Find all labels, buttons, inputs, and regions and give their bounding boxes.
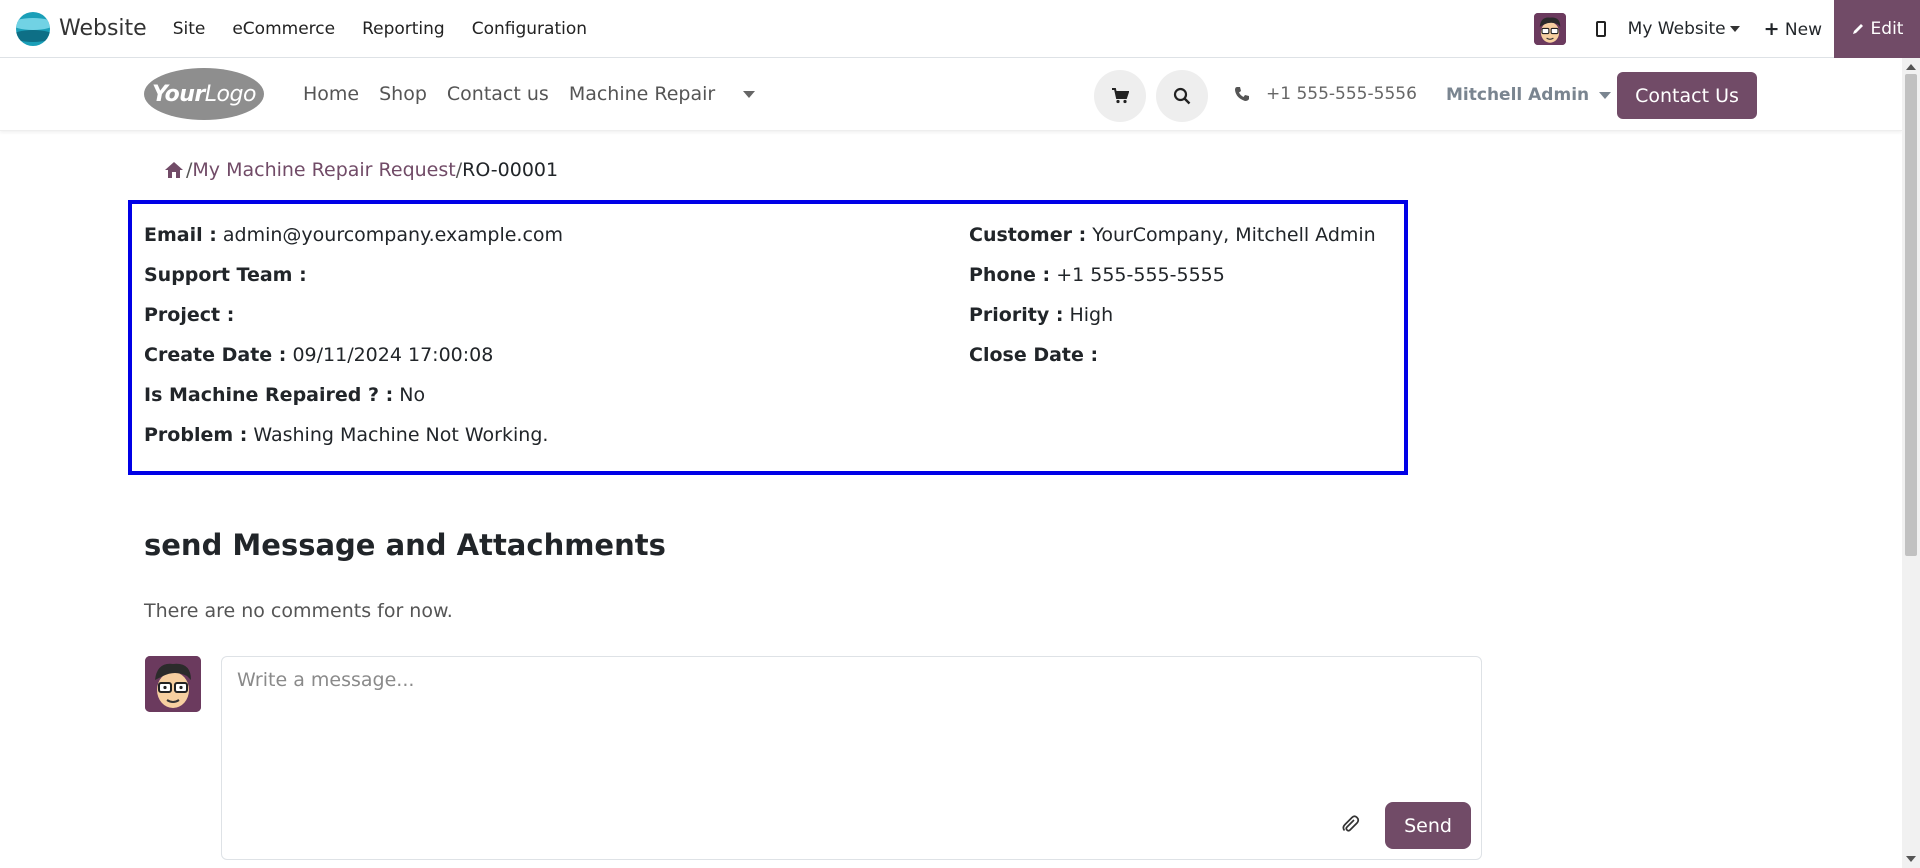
site-logo[interactable]: Your Logo <box>144 68 264 120</box>
attachment-button[interactable] <box>1340 814 1360 838</box>
message-placeholder: Write a message... <box>237 669 415 691</box>
app-brand[interactable]: Website <box>16 11 147 46</box>
nav-machine-repair[interactable]: Machine Repair <box>569 83 775 105</box>
admin-menu-configuration[interactable]: Configuration <box>472 19 587 39</box>
detail-is-repaired: Is Machine Repaired ? : No <box>144 384 426 406</box>
pencil-icon <box>1852 23 1863 34</box>
user-menu[interactable]: Mitchell Admin <box>1446 85 1612 105</box>
chevron-down-icon <box>743 91 756 98</box>
breadcrumb: / My Machine Repair Request / RO-00001 <box>164 159 558 181</box>
admin-menu-ecommerce[interactable]: eCommerce <box>232 19 335 39</box>
no-comments-text: There are no comments for now. <box>144 600 453 622</box>
admin-navbar: Website Site eCommerce Reporting Configu… <box>0 0 1920 58</box>
cart-button[interactable] <box>1094 70 1146 122</box>
messages-title: send Message and Attachments <box>144 528 666 562</box>
chevron-down-icon <box>1599 91 1612 99</box>
scroll-down-arrow-icon[interactable] <box>1906 856 1916 862</box>
header-phone[interactable]: +1 555-555-5556 <box>1234 84 1417 104</box>
detail-customer: Customer : YourCompany, Mitchell Admin <box>969 224 1376 246</box>
composer-avatar <box>145 656 201 712</box>
mobile-preview-icon[interactable] <box>1595 20 1606 37</box>
site-header: Your Logo Home Shop Contact us Machine Re… <box>0 58 1902 131</box>
breadcrumb-parent[interactable]: My Machine Repair Request <box>192 159 455 181</box>
detail-project: Project : <box>144 304 235 326</box>
detail-close-date: Close Date : <box>969 344 1099 366</box>
admin-menu-site[interactable]: Site <box>173 19 206 39</box>
cart-icon <box>1112 88 1129 104</box>
app-name: Website <box>59 16 147 41</box>
nav-shop[interactable]: Shop <box>379 83 427 105</box>
user-avatar[interactable] <box>1533 12 1566 45</box>
paperclip-icon <box>1342 815 1360 832</box>
breadcrumb-current: RO-00001 <box>462 159 559 181</box>
scrollbar-thumb[interactable] <box>1905 74 1917 556</box>
detail-email: Email : admin@yourcompany.example.com <box>144 224 564 246</box>
chevron-down-icon <box>1729 25 1740 32</box>
detail-problem: Problem : Washing Machine Not Working. <box>144 424 549 446</box>
edit-button[interactable]: Edit <box>1834 0 1920 58</box>
nav-contact-us[interactable]: Contact us <box>447 83 549 105</box>
contact-us-button[interactable]: Contact Us <box>1617 72 1757 119</box>
search-button[interactable] <box>1156 70 1208 122</box>
admin-menu: Site eCommerce Reporting Configuration <box>173 19 614 39</box>
admin-menu-reporting[interactable]: Reporting <box>362 19 445 39</box>
new-button[interactable]: + New <box>1764 18 1822 40</box>
detail-support-team: Support Team : <box>144 264 307 286</box>
home-icon[interactable] <box>164 161 184 179</box>
detail-priority: Priority : High <box>969 304 1114 326</box>
search-icon <box>1173 87 1191 105</box>
scroll-up-arrow-icon[interactable] <box>1906 64 1916 70</box>
nav-home[interactable]: Home <box>303 83 359 105</box>
phone-icon <box>1235 87 1249 101</box>
send-button[interactable]: Send <box>1385 802 1471 849</box>
detail-create-date: Create Date : 09/11/2024 17:00:08 <box>144 344 494 366</box>
site-nav: Home Shop Contact us Machine Repair <box>303 83 795 105</box>
website-app-icon <box>16 11 50 46</box>
website-selector[interactable]: My Website <box>1628 19 1740 39</box>
plus-icon: + <box>1763 17 1780 40</box>
detail-phone: Phone : +1 555-555-5555 <box>969 264 1225 286</box>
